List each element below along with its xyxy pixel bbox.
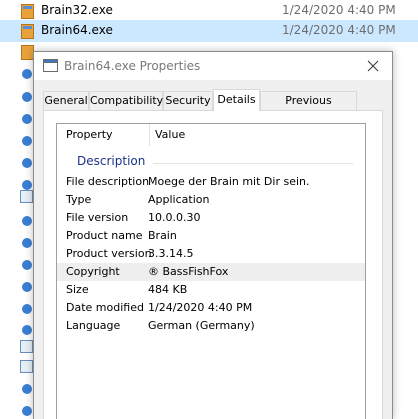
property-row[interactable]: Type Application [57,191,365,209]
group-divider [153,163,353,164]
tab-label: Compatibility [90,94,164,107]
tab-general[interactable]: General [43,91,89,110]
close-icon[interactable] [363,56,383,76]
property-name: Product version [66,247,152,260]
property-name: Copyright [66,265,120,278]
property-value: Application [148,193,210,206]
list-icon [22,69,32,79]
property-value: 484 KB [148,283,188,296]
list-icon [22,260,32,270]
property-row[interactable]: File description Moege der Brain mit Dir… [57,173,365,191]
properties-dialog: Brain64.exe Properties General Compatibi… [33,51,393,419]
property-value: 1/24/2020 4:40 PM [148,301,253,314]
image-file-icon [20,190,33,203]
property-value: German (Germany) [148,319,255,332]
list-icon [22,238,32,248]
application-icon [43,59,58,72]
details-panel: Property Value Description File descript… [43,110,383,419]
list-icon [22,114,32,124]
property-row[interactable]: Product name Brain [57,227,365,245]
property-name: Type [66,193,92,206]
tab-security[interactable]: Security [163,91,213,110]
tab-label: Security [165,94,211,107]
list-icon [22,384,32,394]
dialog-body: General Compatibility Security Details P… [34,80,392,419]
tab-compatibility[interactable]: Compatibility [89,91,163,110]
list-icon [22,325,32,335]
column-header-value[interactable]: Value [149,124,365,146]
property-name: File description [66,175,150,188]
list-icon [22,136,32,146]
property-name: File version [66,211,129,224]
list-icon [22,92,32,102]
property-name: Date modified [66,301,144,314]
tab-details[interactable]: Details [213,89,260,111]
column-label: Property [66,128,113,141]
property-row[interactable]: Size 484 KB [57,281,365,299]
property-name: Size [66,283,89,296]
column-label: Value [155,128,186,141]
property-value: 3.3.14.5 [148,247,194,260]
exe-file-icon [21,4,34,19]
column-header-property[interactable]: Property [57,124,149,146]
list-icon [22,406,32,416]
property-value: 10.0.0.30 [148,211,201,224]
property-value: Moege der Brain mit Dir sein. [148,175,310,188]
list-icon [22,304,32,314]
details-grid: Property Value Description File descript… [56,123,366,419]
property-name: Language [66,319,121,332]
list-icon [22,180,32,190]
tab-previous-versions[interactable]: Previous Versions [260,91,357,124]
property-value: Brain [148,229,177,242]
file-row-brain32[interactable]: Brain32.exe 1/24/2020 4:40 PM [0,0,418,22]
property-name: Product name [66,229,143,242]
tab-label: General [44,94,88,107]
property-row[interactable]: Product version 3.3.14.5 [57,245,365,263]
group-header-description: Description [77,154,146,168]
dialog-title: Brain64.exe Properties [64,59,201,73]
image-file-icon [20,360,33,373]
tab-label: Details [217,93,256,106]
title-bar[interactable]: Brain64.exe Properties [34,52,392,80]
property-row-selected[interactable]: Copyright ® BassFishFox [57,263,365,281]
file-name: Brain64.exe [41,23,113,37]
file-date: 1/24/2020 4:40 PM [282,23,396,37]
file-name: Brain32.exe [41,3,113,17]
property-row[interactable]: Language German (Germany) [57,317,365,335]
list-icon [22,282,32,292]
list-icon [22,216,32,226]
list-icon [22,158,32,168]
property-row[interactable]: Date modified 1/24/2020 4:40 PM [57,299,365,317]
exe-file-icon [21,24,34,39]
file-date: 1/24/2020 4:40 PM [282,3,396,17]
property-value: ® BassFishFox [148,265,229,278]
file-row-brain64[interactable]: Brain64.exe 1/24/2020 4:40 PM [0,20,418,42]
property-row[interactable]: File version 10.0.0.30 [57,209,365,227]
image-file-icon [20,340,33,353]
